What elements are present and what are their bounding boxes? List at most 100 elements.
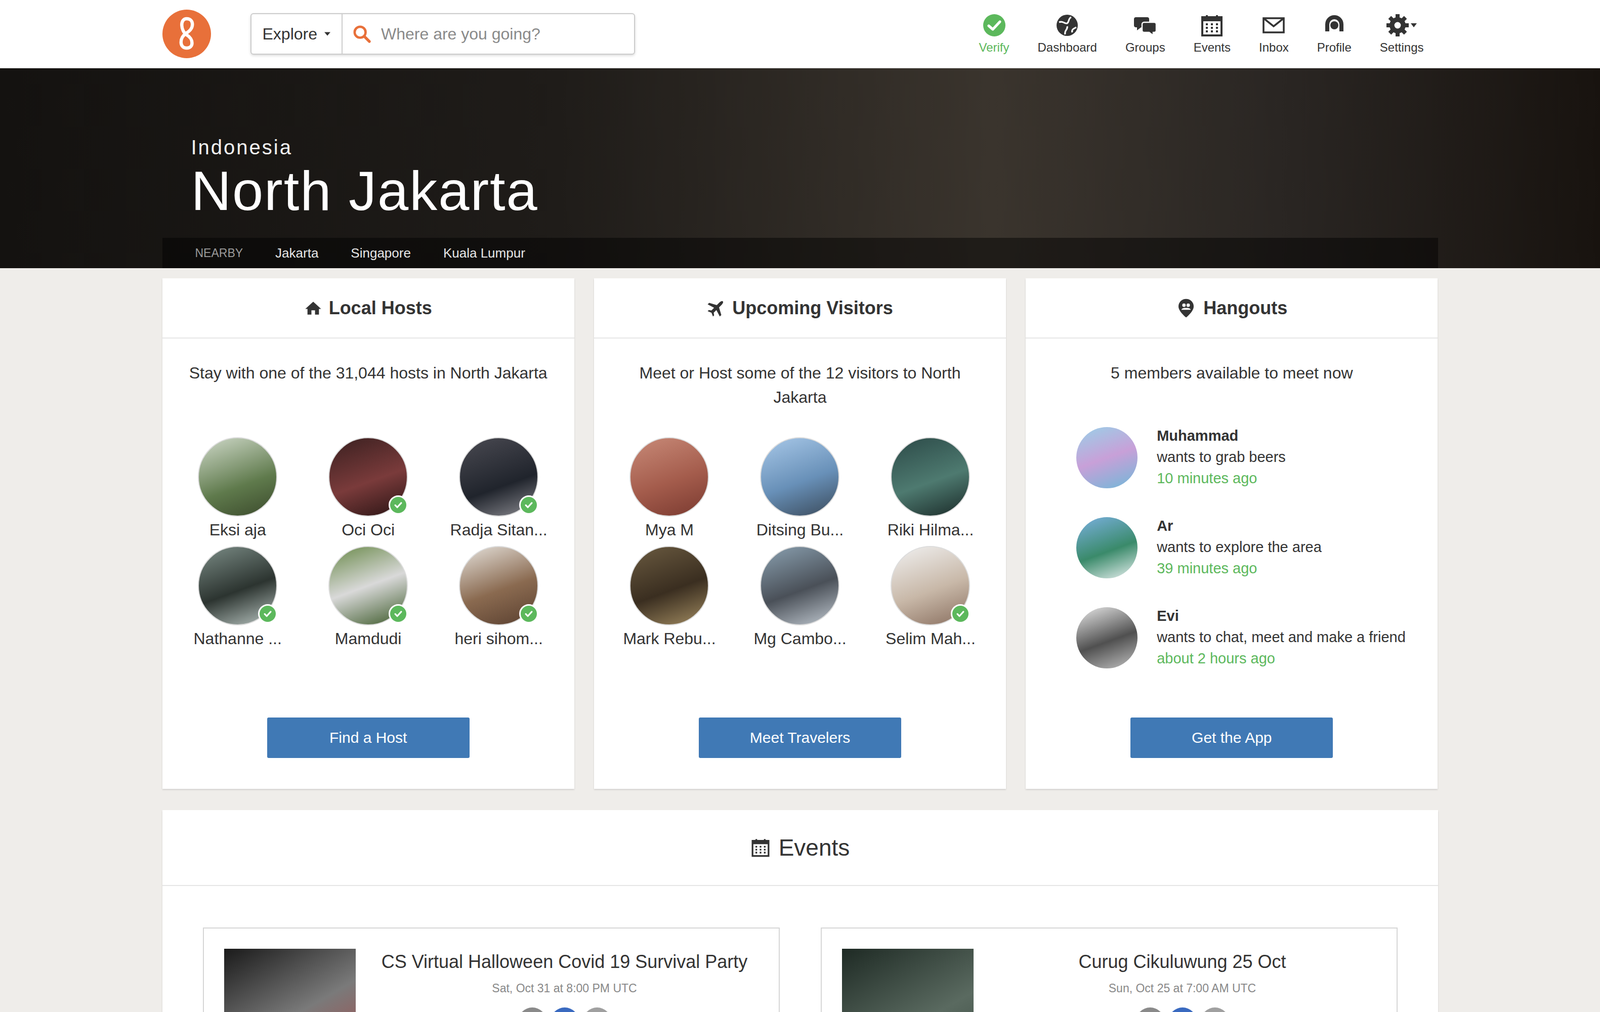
plane-icon — [706, 299, 726, 318]
logo-mark-icon — [162, 9, 212, 59]
gear-icon — [1386, 13, 1417, 38]
nav-label: Groups — [1125, 40, 1166, 55]
person-tile[interactable]: Selim Mah... — [865, 545, 996, 649]
person-tile[interactable]: heri sihom... — [433, 545, 565, 649]
calendar-icon — [1199, 13, 1225, 38]
button-row: Find a Host — [162, 668, 575, 789]
person-tile[interactable]: Nathanne ... — [172, 545, 304, 649]
nav-item[interactable]: Events — [1193, 13, 1231, 55]
profile-icon — [1322, 13, 1347, 38]
globe-icon — [1055, 13, 1080, 38]
avatar-photo — [197, 437, 278, 517]
person-name: Radja Sitan... — [450, 519, 548, 540]
person-tile[interactable]: Mamdudi — [303, 545, 434, 649]
summary-cards: Local Hosts Stay with one of the 31,044 … — [162, 278, 1439, 789]
person-name: Oci Oci — [341, 519, 395, 540]
event-card[interactable]: Curug Cikuluwung 25 Oct Sun, Oct 25 at 7… — [820, 927, 1398, 1012]
event-card[interactable]: CS Virtual Halloween Covid 19 Survival P… — [202, 927, 780, 1012]
nav-item[interactable]: Dashboard — [1037, 13, 1098, 55]
nav-item[interactable]: Settings — [1379, 13, 1424, 55]
avatar-frame — [328, 437, 408, 517]
person-name: Mya M — [645, 519, 694, 540]
card-body: 5 members available to meet now Muhammad… — [1025, 338, 1438, 789]
card-header: Hangouts — [1025, 278, 1438, 339]
person-tile[interactable]: Mya M — [604, 437, 735, 540]
button-row: Get the App — [1025, 668, 1438, 789]
attendee-avatar — [1200, 1007, 1230, 1012]
avatar-frame — [197, 437, 278, 517]
avatar-frame — [760, 545, 840, 626]
upcoming-visitors-card: Upcoming Visitors Meet or Host some of t… — [594, 278, 1006, 789]
nav-label: Settings — [1379, 40, 1424, 55]
member-time: 10 minutes ago — [1156, 467, 1286, 489]
events-header: Events — [162, 810, 1439, 887]
nearby-city-link[interactable]: Kuala Lumpur — [443, 245, 526, 262]
event-title: CS Virtual Halloween Covid 19 Survival P… — [381, 949, 748, 975]
avatar-frame — [328, 545, 408, 626]
city-name: North Jakarta — [191, 158, 1439, 224]
couchsurfing-logo-icon[interactable] — [162, 9, 212, 59]
person-name: Nathanne ... — [193, 628, 282, 649]
meet-travelers-button[interactable]: Meet Travelers — [698, 717, 902, 759]
card-header: Local Hosts — [162, 278, 575, 339]
hangout-row[interactable]: Muhammad wants to grab beers 10 minutes … — [1076, 427, 1423, 489]
member-name: Evi — [1156, 605, 1406, 627]
nav-item[interactable]: Groups — [1125, 13, 1166, 55]
event-date: Sat, Oct 31 at 8:00 PM UTC — [491, 981, 637, 996]
avatar-photo — [1076, 607, 1138, 669]
avatar-photo — [1076, 517, 1138, 579]
hangout-text: Ar wants to explore the area 39 minutes … — [1156, 515, 1322, 579]
nav-item[interactable]: Verify — [979, 13, 1010, 55]
hangouts-card: Hangouts 5 members available to meet now… — [1025, 278, 1438, 789]
magnifier-icon — [351, 23, 372, 45]
hangout-list: Muhammad wants to grab beers 10 minutes … — [1025, 427, 1438, 669]
avatar-frame — [197, 545, 278, 626]
hangout-text: Evi wants to chat, meet and make a frien… — [1156, 605, 1406, 669]
person-tile[interactable]: Mark Rebu... — [604, 545, 735, 649]
person-tile[interactable]: Oci Oci — [303, 437, 434, 540]
person-tile[interactable]: Radja Sitan... — [433, 437, 565, 540]
get-app-button[interactable]: Get the App — [1130, 717, 1333, 759]
nav-item[interactable]: Inbox — [1258, 13, 1289, 55]
events-card: Events CS Virtual Halloween Covid 19 Sur… — [162, 810, 1439, 1012]
nav-item[interactable]: Profile — [1317, 13, 1352, 55]
person-tile[interactable]: Riki Hilma... — [865, 437, 996, 540]
event-info: Curug Cikuluwung 25 Oct Sun, Oct 25 at 7… — [988, 948, 1377, 1012]
avatar-frame — [760, 437, 840, 517]
person-tile[interactable]: Eksi aja — [172, 437, 304, 540]
person-tile[interactable]: Ditsing Bu... — [734, 437, 866, 540]
hero-titles: Indonesia North Jakarta — [162, 136, 1439, 224]
hangout-row[interactable]: Ar wants to explore the area 39 minutes … — [1076, 517, 1423, 579]
nearby-city-link[interactable]: Singapore — [350, 245, 411, 262]
hangout-text: Muhammad wants to grab beers 10 minutes … — [1156, 425, 1286, 489]
top-bar: Explore Verify Dashboard Groups Events I… — [0, 0, 1600, 69]
event-title: Curug Cikuluwung 25 Oct — [1078, 949, 1286, 975]
person-tile[interactable]: Mg Cambo... — [734, 545, 866, 649]
house-icon — [304, 299, 322, 317]
explore-dropdown[interactable]: Explore — [251, 14, 344, 54]
search-input[interactable] — [380, 24, 635, 45]
hangout-pin-icon — [1175, 298, 1197, 319]
hangout-row[interactable]: Evi wants to chat, meet and make a frien… — [1076, 607, 1423, 669]
attendee-avatar — [1168, 1007, 1197, 1012]
verified-badge-icon — [388, 604, 408, 624]
nav-label: Verify — [979, 40, 1010, 55]
person-name: Riki Hilma... — [887, 519, 975, 540]
nearby-label: NEARBY — [195, 246, 244, 261]
card-title: Hangouts — [1203, 297, 1288, 319]
member-name: Ar — [1156, 515, 1322, 537]
city-hero: Indonesia North Jakarta NEARBY Jakarta Si… — [0, 68, 1600, 269]
card-title: Local Hosts — [328, 297, 433, 319]
event-info: CS Virtual Halloween Covid 19 Survival P… — [370, 948, 759, 1012]
people-grid: Mya M Ditsing Bu... Riki Hilma... Mark R… — [594, 437, 1006, 649]
nearby-strip: NEARBY Jakarta Singapore Kuala Lumpur — [162, 237, 1439, 269]
find-host-button[interactable]: Find a Host — [267, 717, 470, 759]
verified-badge-icon — [258, 604, 278, 624]
avatar-frame — [890, 545, 971, 626]
avatar-frame — [458, 545, 539, 626]
event-photo — [841, 948, 974, 1012]
button-row: Meet Travelers — [594, 668, 1006, 789]
member-activity: wants to chat, meet and make a friend — [1156, 626, 1406, 648]
nearby-city-link[interactable]: Jakarta — [275, 245, 319, 262]
avatar-photo — [629, 545, 709, 626]
